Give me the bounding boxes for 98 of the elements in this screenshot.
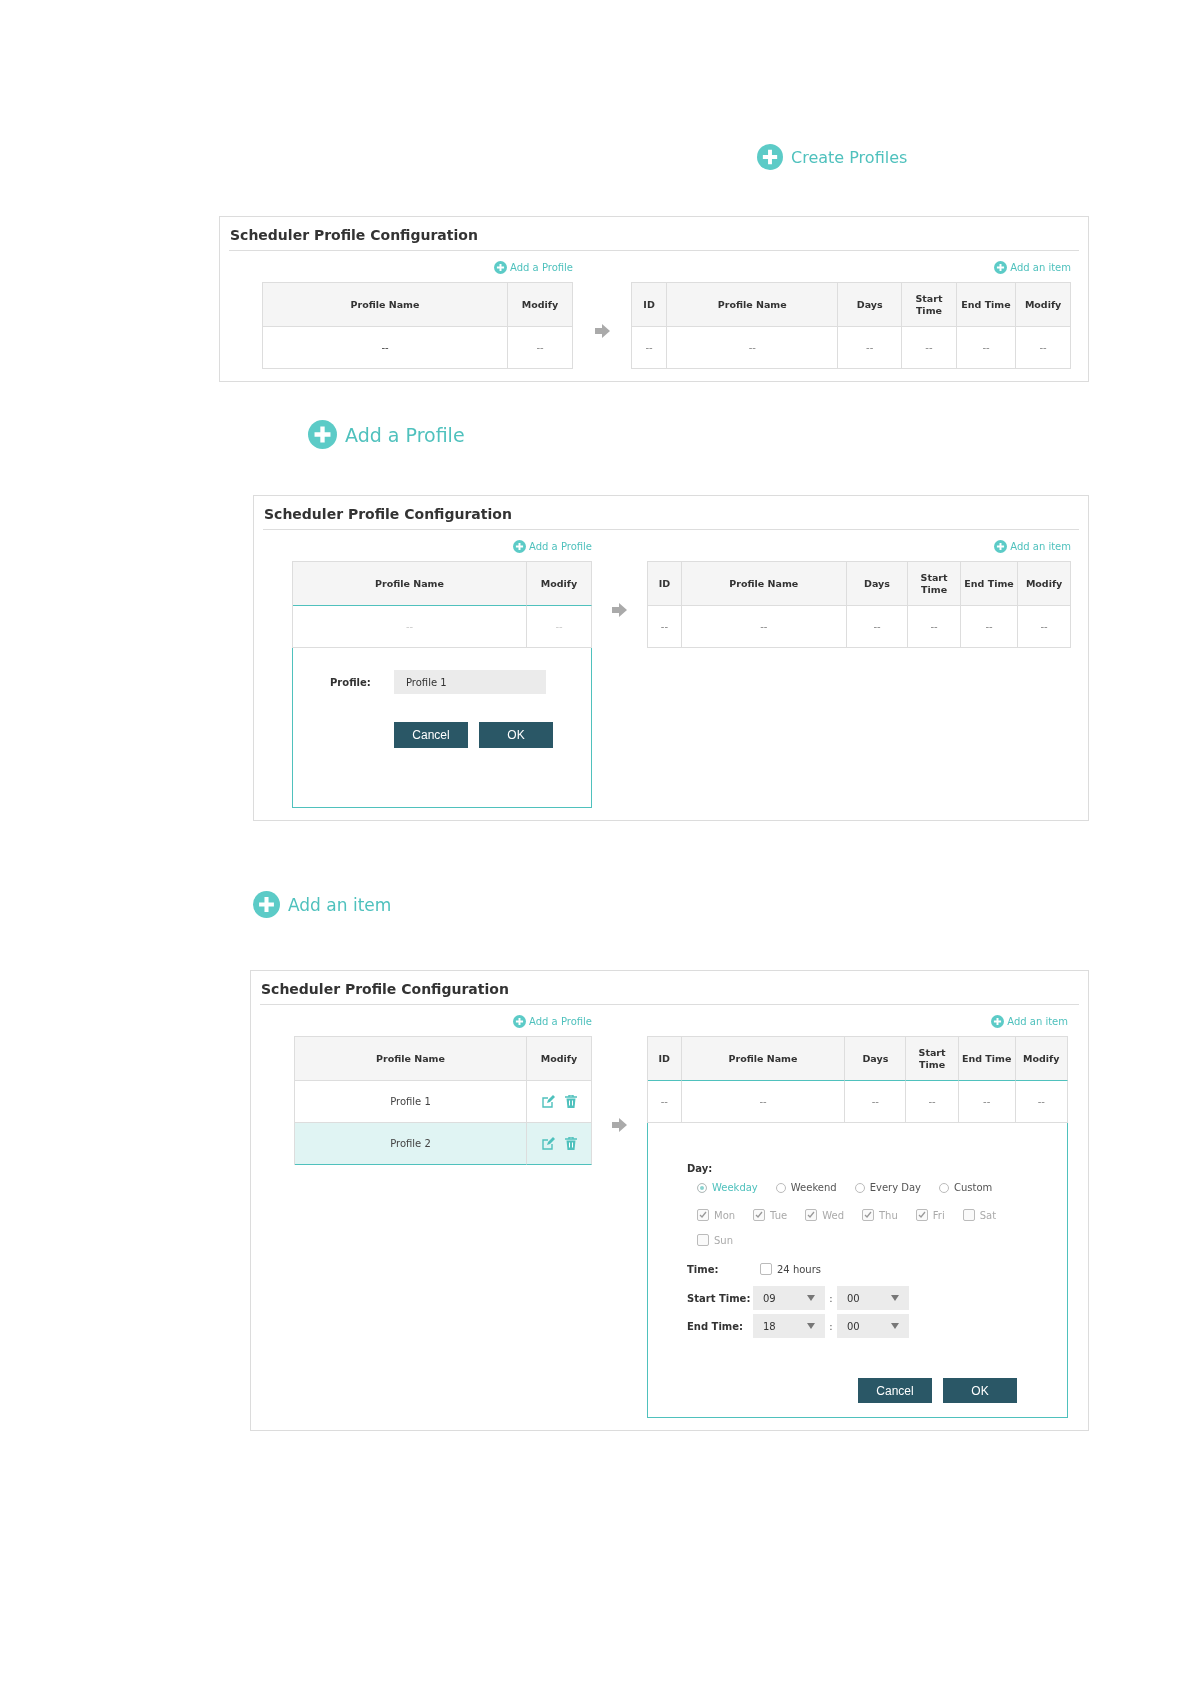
table-cell: -- <box>681 606 847 648</box>
plus-icon <box>494 261 508 274</box>
table-cell: -- <box>681 1081 846 1123</box>
column-header: Profile Name <box>293 562 527 606</box>
column-header: Modify <box>527 1037 592 1081</box>
panel-title: Scheduler Profile Configuration <box>229 217 1079 251</box>
column-header: Profile Name <box>295 1037 527 1081</box>
profile-name-cell[interactable]: Profile 2 <box>295 1123 527 1165</box>
column-header: End Time <box>961 562 1019 606</box>
plus-icon <box>757 144 783 170</box>
separator: : <box>828 1292 834 1304</box>
modify-cell: -- <box>527 606 592 648</box>
plus-icon <box>513 1015 527 1028</box>
table-cell: -- <box>632 327 668 369</box>
panel-title: Scheduler Profile Configuration <box>260 971 1079 1005</box>
column-header: Modify <box>1016 283 1071 327</box>
column-header: Profile Name <box>681 562 847 606</box>
profile-name-field[interactable]: Profile 1 <box>394 670 546 694</box>
day-radio-option[interactable]: Custom <box>939 1182 993 1193</box>
table-cell: -- <box>667 327 839 369</box>
column-header: ID <box>632 283 668 327</box>
minute-dropdown[interactable]: 00 <box>837 1286 909 1310</box>
column-header: Modify <box>527 562 592 606</box>
column-header: End Time <box>956 283 1017 327</box>
profile-label: Profile: <box>330 676 372 688</box>
edit-icon[interactable] <box>541 1095 555 1108</box>
section-heading: Add a Profile <box>345 423 465 446</box>
plus-icon <box>308 420 337 449</box>
column-header: Modify <box>1015 1037 1068 1081</box>
ok-button[interactable]: OK <box>479 722 553 748</box>
table-cell: -- <box>956 327 1017 369</box>
check-icon <box>917 1211 926 1219</box>
edit-icon[interactable] <box>541 1137 555 1150</box>
ok-button[interactable]: OK <box>943 1378 1017 1403</box>
column-header: Start Time <box>906 1037 959 1081</box>
column-header: Profile Name <box>681 1037 846 1081</box>
day-radio-option[interactable]: Every Day <box>854 1182 922 1193</box>
column-header: End Time <box>958 1037 1016 1081</box>
column-header: Days <box>845 1037 907 1081</box>
plus-icon <box>253 891 280 918</box>
hour-dropdown[interactable]: 18 <box>753 1314 825 1338</box>
column-header: Days <box>846 562 909 606</box>
cancel-button[interactable]: Cancel <box>858 1378 932 1403</box>
column-header: Days <box>838 283 902 327</box>
table-cell: -- <box>902 327 957 369</box>
table-cell: -- <box>845 1081 907 1123</box>
day-radio-option[interactable]: Weekend <box>775 1182 837 1193</box>
table-cell: -- <box>1016 327 1071 369</box>
table-cell: -- <box>908 606 962 648</box>
dropdown-caret-icon <box>807 1323 815 1329</box>
section-heading: Add an item <box>288 894 392 915</box>
check-icon <box>755 1211 764 1219</box>
table-cell: -- <box>958 1081 1016 1123</box>
arrow-icon <box>612 603 627 617</box>
plus-icon <box>994 261 1008 274</box>
arrow-icon <box>612 1118 627 1132</box>
table-cell: -- <box>838 327 902 369</box>
minute-dropdown[interactable]: 00 <box>837 1314 909 1338</box>
cancel-button[interactable]: Cancel <box>394 722 468 748</box>
column-header: Start Time <box>902 283 957 327</box>
table-cell: -- <box>648 1081 682 1123</box>
arrow-icon <box>594 324 610 338</box>
all-day-checkbox[interactable]: 24 hours <box>760 1263 822 1275</box>
table-cell: -- <box>1015 1081 1068 1123</box>
profile-name-cell[interactable]: -- <box>263 327 508 369</box>
section-heading: Create Profiles <box>791 147 908 167</box>
column-header: ID <box>648 562 682 606</box>
time-label: Time: <box>687 1263 720 1275</box>
check-icon <box>699 1211 707 1219</box>
table-cell: -- <box>961 606 1019 648</box>
table-cell: -- <box>1018 606 1071 648</box>
delete-icon[interactable] <box>564 1095 577 1108</box>
table-cell: -- <box>846 606 909 648</box>
check-icon <box>807 1211 816 1219</box>
plus-icon <box>991 1015 1005 1028</box>
column-header: ID <box>648 1037 682 1081</box>
plus-icon <box>513 540 527 553</box>
time-label: End Time: <box>687 1320 745 1332</box>
separator: : <box>828 1320 834 1332</box>
day-label: Day: <box>687 1163 713 1174</box>
dropdown-caret-icon <box>807 1295 815 1301</box>
dropdown-caret-icon <box>891 1295 899 1301</box>
hour-dropdown[interactable]: 09 <box>753 1286 825 1310</box>
column-header: Modify <box>1018 562 1071 606</box>
column-header: Profile Name <box>263 283 508 327</box>
panel-title: Scheduler Profile Configuration <box>263 496 1079 530</box>
table-cell: -- <box>906 1081 959 1123</box>
profile-name-cell[interactable]: Profile 1 <box>295 1081 527 1123</box>
delete-icon[interactable] <box>564 1137 577 1150</box>
check-icon <box>864 1211 872 1219</box>
time-label: Start Time: <box>687 1292 752 1304</box>
column-header: Start Time <box>908 562 962 606</box>
column-header: Profile Name <box>667 283 839 327</box>
dropdown-caret-icon <box>891 1323 899 1329</box>
table-cell: -- <box>648 606 682 648</box>
column-header: Modify <box>508 283 573 327</box>
modify-cell: -- <box>508 327 573 369</box>
plus-icon <box>994 540 1008 553</box>
